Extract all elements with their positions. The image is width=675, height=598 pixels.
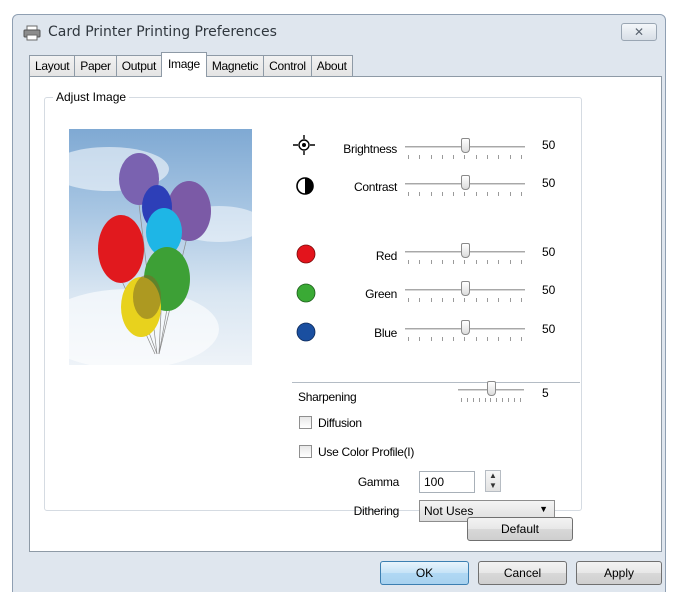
close-icon: ✕ <box>633 25 645 39</box>
green-label: Green <box>365 287 397 301</box>
red-slider-thumb[interactable] <box>460 243 470 258</box>
green-value: 50 <box>542 283 556 297</box>
sharpening-slider-thumb[interactable] <box>486 381 496 396</box>
spin-down-icon[interactable]: ▼ <box>486 481 500 491</box>
red-dot-icon <box>296 244 316 267</box>
window-title: Card Printer Printing Preferences <box>48 24 277 40</box>
ok-button[interactable]: OK <box>380 561 469 585</box>
contrast-slider-thumb[interactable] <box>460 175 470 190</box>
blue-label: Blue <box>374 326 397 340</box>
close-button[interactable]: ✕ <box>621 23 657 41</box>
use-color-profile-checkbox[interactable] <box>299 445 312 458</box>
red-label: Red <box>375 249 397 263</box>
tab-control[interactable]: Control <box>263 55 312 77</box>
diffusion-checkbox[interactable] <box>299 416 312 429</box>
apply-button[interactable]: Apply <box>576 561 662 585</box>
tab-output[interactable]: Output <box>115 55 162 77</box>
brightness-value: 50 <box>542 138 556 152</box>
tab-strip: Layout Paper Output Image Magnetic Contr… <box>29 52 353 77</box>
preferences-window: Card Printer Printing Preferences ✕ Layo… <box>12 14 666 592</box>
spin-up-icon[interactable]: ▲ <box>486 471 500 481</box>
separator <box>292 382 580 383</box>
blue-dot-icon <box>296 322 316 345</box>
contrast-icon <box>295 176 315 199</box>
cancel-button[interactable]: Cancel <box>478 561 567 585</box>
sharpening-slider[interactable] <box>458 381 524 403</box>
blue-value: 50 <box>542 322 556 336</box>
dithering-selected-value: Not Uses <box>424 504 474 518</box>
dialog-button-bar: OK Cancel Apply <box>13 552 665 592</box>
diffusion-label: Diffusion <box>318 416 362 430</box>
group-title: Adjust Image <box>53 90 130 104</box>
use-color-profile-label: Use Color Profile(I) <box>318 445 415 459</box>
tab-about[interactable]: About <box>310 55 353 77</box>
gamma-input[interactable] <box>419 471 475 493</box>
tab-layout[interactable]: Layout <box>29 55 76 77</box>
green-slider[interactable] <box>405 281 525 303</box>
dithering-label: Dithering <box>353 504 400 518</box>
sun-icon <box>293 135 315 158</box>
gamma-spinner[interactable]: ▲ ▼ <box>485 470 501 492</box>
brightness-slider[interactable] <box>405 138 525 160</box>
sharpening-label: Sharpening <box>298 390 357 404</box>
red-slider[interactable] <box>405 243 525 265</box>
red-value: 50 <box>542 245 556 259</box>
tab-magnetic[interactable]: Magnetic <box>205 55 265 77</box>
adjust-image-group: Adjust Image Brightness 50 Contrast 50 R… <box>44 90 582 522</box>
brightness-slider-thumb[interactable] <box>460 138 470 153</box>
default-button[interactable]: Default <box>467 517 573 541</box>
sharpening-value: 5 <box>542 386 549 400</box>
chevron-down-icon: ▼ <box>539 504 548 514</box>
brightness-label: Brightness <box>343 142 397 156</box>
tab-image[interactable]: Image <box>161 52 207 77</box>
tab-paper[interactable]: Paper <box>74 55 117 77</box>
image-tab-panel: Adjust Image Brightness 50 Contrast 50 R… <box>29 76 662 552</box>
printer-icon <box>23 25 41 41</box>
image-preview <box>69 129 252 365</box>
contrast-value: 50 <box>542 176 556 190</box>
contrast-label: Contrast <box>354 180 397 194</box>
title-bar: Card Printer Printing Preferences ✕ <box>13 15 665 51</box>
green-slider-thumb[interactable] <box>460 281 470 296</box>
blue-slider-thumb[interactable] <box>460 320 470 335</box>
gamma-label: Gamma <box>357 475 399 489</box>
contrast-slider[interactable] <box>405 175 525 197</box>
blue-slider[interactable] <box>405 320 525 342</box>
green-dot-icon <box>296 283 316 306</box>
